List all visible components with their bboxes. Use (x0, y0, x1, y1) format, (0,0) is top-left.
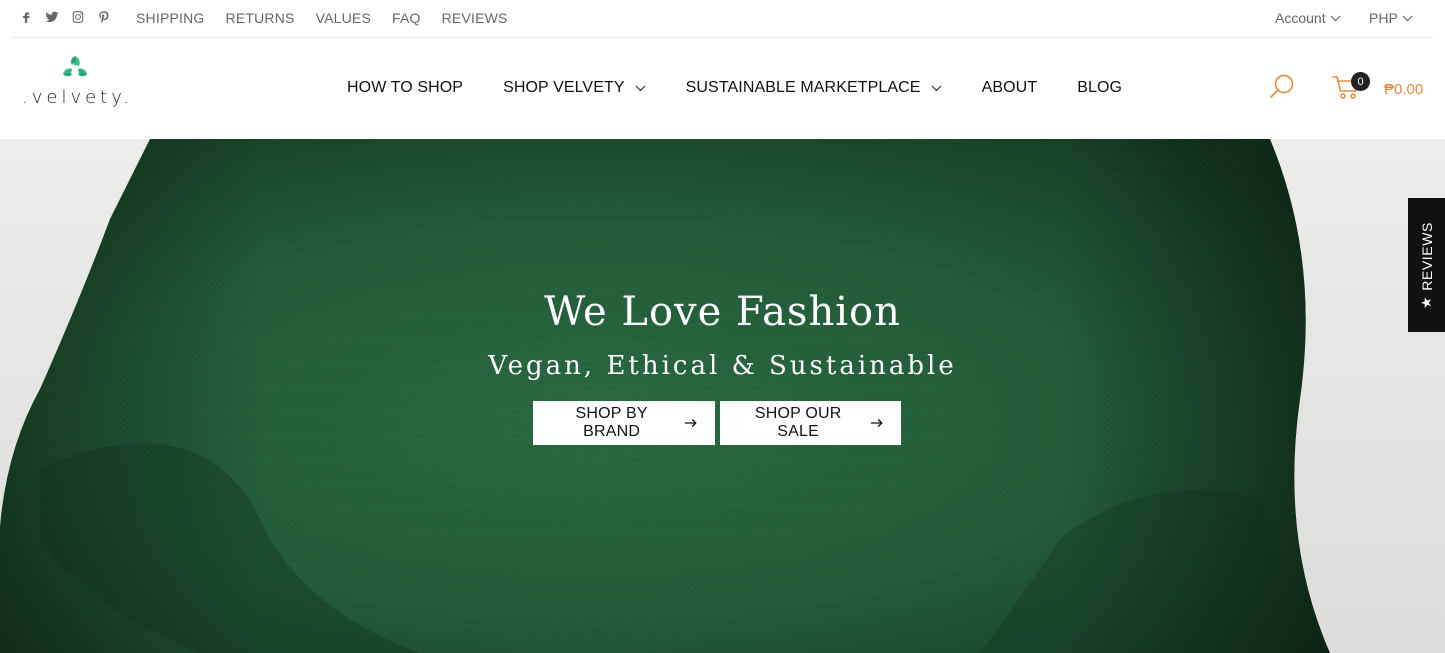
nav-item-label: SHOP VELVETY (503, 79, 625, 96)
social-links (18, 9, 112, 25)
divider (12, 37, 1433, 38)
button-label: SHOP OUR SALE (754, 405, 842, 440)
nav-item-label: HOW TO SHOP (347, 79, 464, 96)
chevron-down-icon (1402, 15, 1413, 21)
nav-item-shop-velvety[interactable]: SHOP VELVETY (503, 79, 646, 97)
twitter-icon[interactable] (44, 9, 60, 25)
shop-by-brand-button[interactable]: SHOP BY BRAND (533, 401, 715, 445)
nav-item-label: BLOG (1077, 79, 1123, 96)
pinterest-icon[interactable] (96, 9, 112, 25)
reviews-side-tab[interactable]: ★ REVIEWS (1408, 198, 1445, 332)
utility-nav: SHIPPING RETURNS VALUES FAQ REVIEWS (136, 10, 508, 26)
hero-subtitle: Vegan, Ethical & Sustainable (488, 351, 957, 381)
instagram-icon[interactable] (70, 9, 86, 25)
reviews-tab-text: REVIEWS (1418, 221, 1435, 291)
star-icon: ★ (1418, 295, 1435, 309)
account-dropdown[interactable]: Account (1275, 10, 1341, 26)
button-label: SHOP BY BRAND (575, 405, 648, 440)
nav-item-label: ABOUT (981, 79, 1038, 96)
hero-buttons: SHOP BY BRAND SHOP OUR SALE (533, 401, 901, 445)
utility-bar: SHIPPING RETURNS VALUES FAQ REVIEWS Acco… (0, 0, 1445, 38)
recycle-leaf-icon (63, 56, 87, 77)
nav-item-blog[interactable]: BLOG (1077, 79, 1122, 97)
utility-link-returns[interactable]: RETURNS (226, 10, 295, 26)
hero-banner: We Love Fashion Vegan, Ethical & Sustain… (0, 139, 1445, 653)
currency-label: PHP (1369, 10, 1398, 26)
nav-item-label: SUSTAINABLE MARKETPLACE (685, 79, 921, 96)
logo-text: .velvety. (22, 87, 134, 108)
facebook-icon[interactable] (18, 9, 34, 25)
utility-link-shipping[interactable]: SHIPPING (136, 10, 205, 26)
cart-total[interactable]: ₱0.00 (1384, 81, 1423, 98)
utility-link-faq[interactable]: FAQ (392, 10, 421, 26)
nav-item-how-to-shop[interactable]: HOW TO SHOP (347, 79, 463, 97)
utility-link-values[interactable]: VALUES (316, 10, 371, 26)
reviews-tab-label: ★ REVIEWS (1418, 222, 1435, 309)
chevron-down-icon (635, 85, 646, 91)
site-header: .velvety. HOW TO SHOP SHOP VELVETY SUSTA… (0, 39, 1445, 139)
arrow-right-icon (685, 418, 697, 428)
utility-link-reviews[interactable]: REVIEWS (442, 10, 508, 26)
main-nav: HOW TO SHOP SHOP VELVETY SUSTAINABLE MAR… (347, 79, 1122, 97)
search-icon[interactable] (1268, 73, 1296, 101)
currency-dropdown[interactable]: PHP (1369, 10, 1413, 26)
green-sweater-image (0, 139, 1330, 653)
cart-count-badge: 0 (1351, 72, 1370, 91)
account-label: Account (1275, 10, 1326, 26)
nav-item-about[interactable]: ABOUT (982, 79, 1038, 97)
arrow-right-icon (871, 418, 883, 428)
chevron-down-icon (931, 85, 942, 91)
chevron-down-icon (1330, 15, 1341, 21)
hero-title: We Love Fashion (544, 289, 901, 335)
nav-item-sustainable-marketplace[interactable]: SUSTAINABLE MARKETPLACE (686, 79, 942, 97)
logo[interactable]: .velvety. (18, 54, 138, 114)
shop-our-sale-button[interactable]: SHOP OUR SALE (720, 401, 901, 445)
